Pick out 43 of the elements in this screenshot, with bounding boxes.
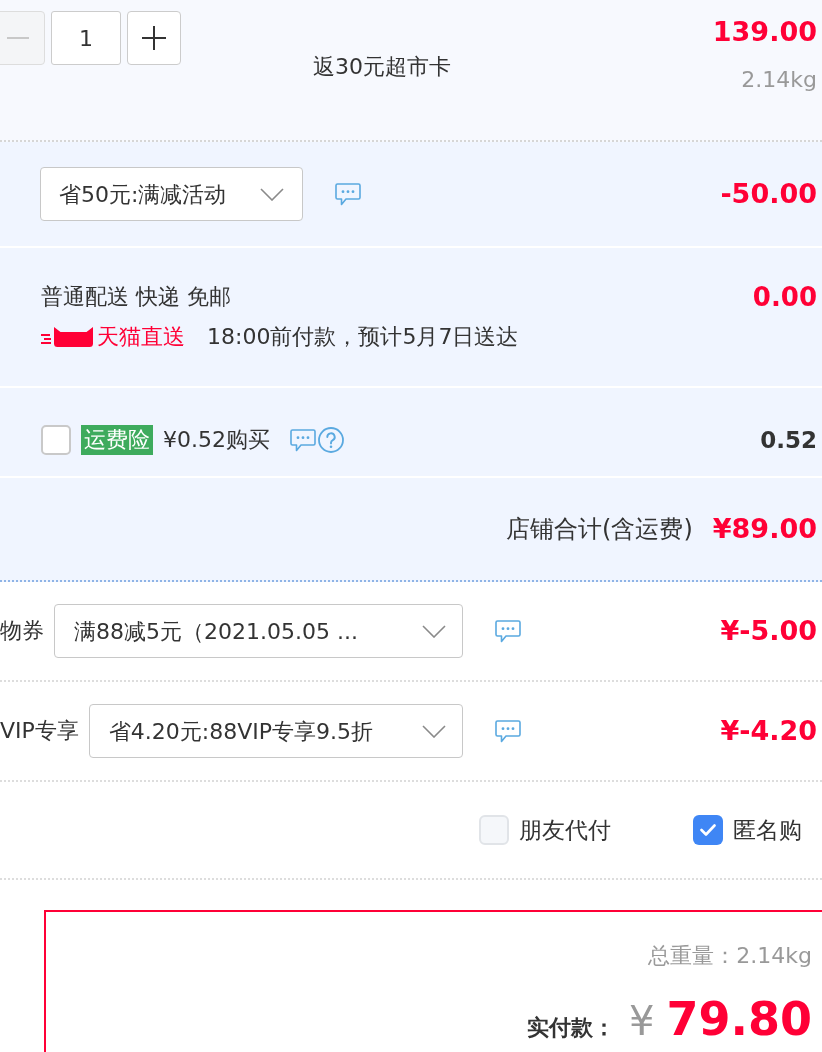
- delivery-eta: 18:00前付款，预计5月7日送达: [207, 323, 519, 351]
- chevron-down-icon: [422, 724, 446, 738]
- plus-icon: [142, 26, 166, 50]
- insurance-checkbox[interactable]: [41, 425, 71, 455]
- chevron-down-icon: [422, 624, 446, 638]
- discount-amount: ¥-5.00: [720, 614, 817, 648]
- discount-label: VIP专享: [0, 717, 79, 745]
- option-checkbox[interactable]: [693, 815, 723, 845]
- option-label: 朋友代付: [519, 816, 611, 845]
- quantity-field[interactable]: 1: [51, 11, 121, 65]
- total-weight: 总重量：2.14kg: [648, 942, 812, 970]
- currency-symbol: ¥: [629, 997, 655, 1046]
- item-weight: 2.14kg: [741, 66, 817, 94]
- discount-dropdown[interactable]: 满88减5元（2021.05.05 ...: [54, 604, 463, 658]
- insurance-amount: 0.52: [760, 426, 817, 455]
- promotion-dropdown[interactable]: 省50元:满减活动: [40, 167, 303, 221]
- discount-label: 物券: [0, 617, 44, 645]
- comment-icon[interactable]: [290, 428, 316, 452]
- delivery-method: 普通配送 快递 免邮: [41, 283, 232, 311]
- plus-button[interactable]: [127, 11, 181, 65]
- comment-icon[interactable]: [495, 719, 521, 743]
- discount-dropdown[interactable]: 省4.20元:88VIP专享9.5折: [88, 704, 463, 758]
- promotion-amount: -50.00: [720, 177, 817, 211]
- promo-text: 返30元超市卡: [313, 53, 451, 81]
- insurance-price: ¥0.52购买: [163, 426, 270, 454]
- help-icon[interactable]: [318, 427, 344, 453]
- cat-logo-icon: [41, 327, 93, 347]
- delivery-fee: 0.00: [752, 282, 817, 312]
- pay-label: 实付款：: [527, 1014, 616, 1042]
- item-price: 139.00: [712, 15, 817, 49]
- comment-icon[interactable]: [495, 619, 521, 643]
- chevron-down-icon: [260, 187, 284, 201]
- pay-amount: 79.80: [666, 991, 812, 1047]
- check-icon: [700, 824, 716, 836]
- discount-amount: ¥-4.20: [720, 714, 817, 748]
- minus-icon: [7, 37, 29, 39]
- express-label: 天猫直送: [97, 323, 185, 351]
- store-total-label: 店铺合计(含运费): [506, 514, 693, 545]
- option-label: 匿名购: [733, 816, 802, 845]
- option-checkbox[interactable]: [479, 815, 509, 845]
- store-total-amount: ¥89.00: [712, 512, 817, 546]
- comment-icon[interactable]: [335, 182, 361, 206]
- insurance-tag: 运费险: [81, 425, 153, 455]
